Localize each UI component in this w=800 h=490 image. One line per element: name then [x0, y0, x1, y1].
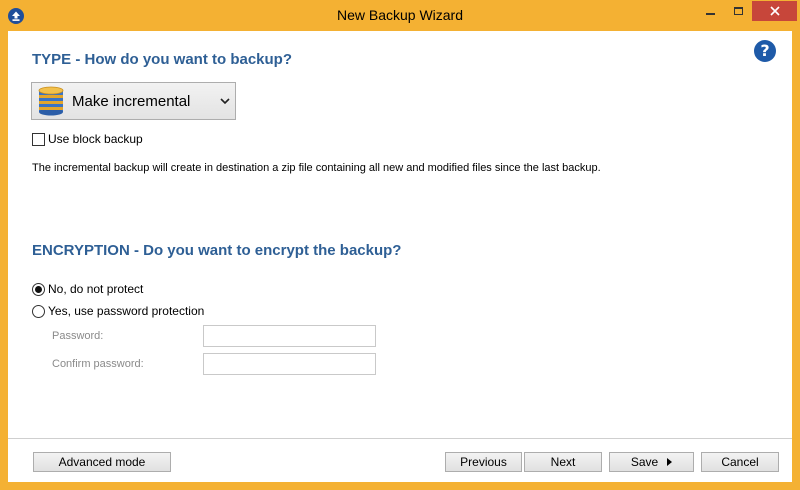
cancel-button[interactable]: Cancel [701, 452, 779, 472]
radio-no-protection-label: No, do not protect [48, 282, 144, 296]
advanced-mode-button[interactable]: Advanced mode [33, 452, 171, 472]
block-backup-checkbox[interactable] [32, 132, 45, 146]
password-label: Password: [52, 330, 104, 342]
encryption-section-title: ENCRYPTION - Do you want to encrypt the … [32, 242, 402, 259]
window-title: New Backup Wizard [336, 7, 464, 23]
database-icon [38, 86, 64, 116]
block-backup-label: Use block backup [48, 132, 143, 146]
next-label: Next [550, 455, 576, 469]
maximize-button[interactable] [725, 1, 751, 21]
dropdown-selected-value: Make incremental [72, 93, 191, 110]
advanced-mode-label: Advanced mode [58, 455, 146, 469]
previous-button[interactable]: Previous [445, 452, 522, 472]
radio-no-protection-button[interactable] [32, 282, 45, 296]
title-bar[interactable]: New Backup Wizard [0, 0, 800, 31]
close-button[interactable] [752, 1, 797, 21]
save-label: Save [630, 455, 659, 469]
next-button[interactable]: Next [524, 452, 602, 472]
cancel-label: Cancel [721, 455, 759, 469]
backup-wizard-window: New Backup Wizard ? TYPE - How do you wa… [0, 0, 800, 490]
close-icon [769, 6, 780, 16]
footer-divider [8, 438, 792, 439]
help-icon[interactable]: ? [754, 40, 776, 62]
minimize-button[interactable] [697, 1, 724, 21]
block-backup-option[interactable]: Use block backup [32, 131, 143, 147]
radio-password-protection-button[interactable] [32, 304, 45, 318]
chevron-down-icon [220, 98, 230, 105]
maximize-icon [733, 7, 743, 15]
type-description: The incremental backup will create in de… [32, 162, 601, 174]
backup-type-dropdown[interactable]: Make incremental [31, 82, 236, 120]
password-field[interactable] [203, 325, 376, 347]
wizard-content: ? TYPE - How do you want to backup? Make… [8, 31, 792, 482]
confirm-password-field[interactable] [203, 353, 376, 375]
type-section-title: TYPE - How do you want to backup? [32, 51, 293, 68]
minimize-icon [706, 13, 715, 15]
radio-no-protection[interactable]: No, do not protect [32, 281, 143, 297]
radio-password-protection-label: Yes, use password protection [48, 304, 205, 318]
save-button[interactable]: Save [609, 452, 694, 472]
confirm-password-label: Confirm password: [52, 358, 144, 370]
radio-password-protection[interactable]: Yes, use password protection [32, 303, 204, 319]
triangle-right-icon[interactable] [667, 458, 673, 466]
previous-label: Previous [460, 455, 507, 469]
